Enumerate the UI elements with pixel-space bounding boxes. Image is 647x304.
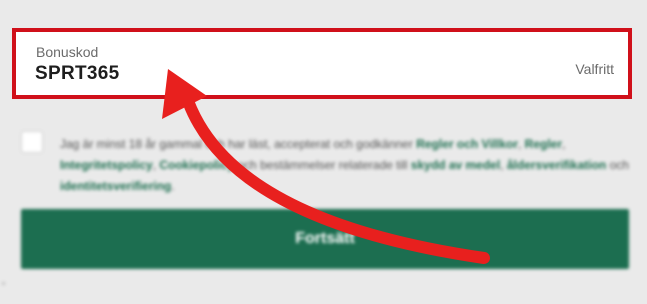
blurred-section: Jag är minst 18 år gammal och har läst, … [0, 110, 647, 304]
bonus-code-field[interactable]: Bonuskod SPRT365 Valfritt [12, 28, 632, 99]
consent-text-part: , [500, 158, 507, 172]
rules-link[interactable]: Regler [525, 137, 562, 151]
consent-text-part: , [562, 137, 566, 151]
terms-link[interactable]: Regler och Villkor [416, 137, 518, 151]
bonus-code-label: Bonuskod [36, 44, 99, 60]
identity-verification-link[interactable]: identitetsverifiering [60, 179, 171, 193]
cookie-policy-link[interactable]: Cookiepolicy [159, 158, 234, 172]
registration-form: Bonuskod SPRT365 Valfritt Jag är minst 1… [0, 0, 647, 304]
funds-protection-link[interactable]: skydd av medel [411, 158, 500, 172]
continue-button[interactable]: Fortsätt [21, 209, 629, 269]
terms-consent-text: Jag är minst 18 år gammal och har läst, … [60, 134, 632, 197]
consent-text-part: och [606, 158, 629, 172]
consent-text-part: och bestämmelser relaterade till [234, 158, 411, 172]
terms-checkbox[interactable] [21, 131, 43, 153]
decorative-dot [2, 282, 5, 285]
bonus-code-optional-hint: Valfritt [575, 61, 614, 77]
consent-text-part: , [518, 137, 525, 151]
age-verification-link[interactable]: åldersverifikation [507, 158, 606, 172]
bonus-code-value[interactable]: SPRT365 [35, 63, 119, 85]
consent-text-part: Jag är minst 18 år gammal och har läst, … [60, 137, 417, 151]
privacy-policy-link[interactable]: Integritetspolicy [60, 158, 153, 172]
consent-text-part: . [171, 179, 175, 193]
